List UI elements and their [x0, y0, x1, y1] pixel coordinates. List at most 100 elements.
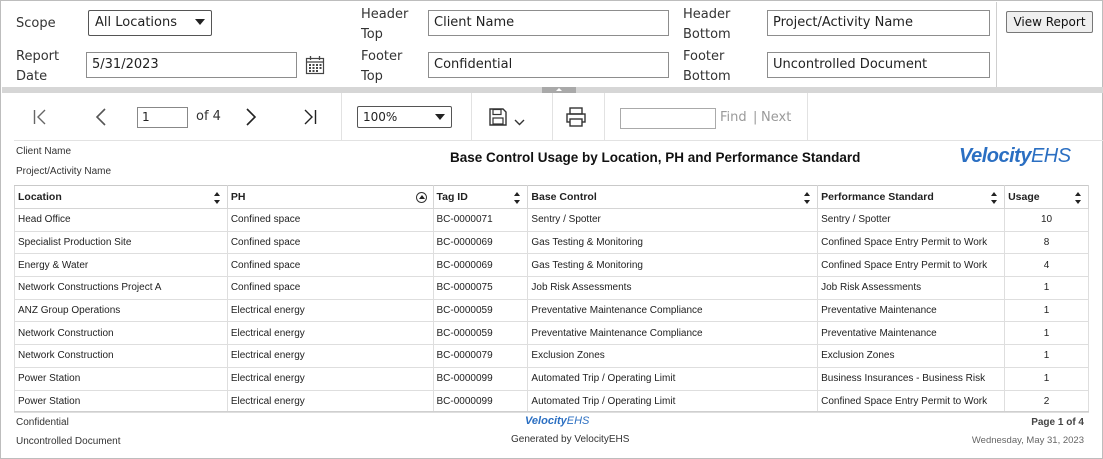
- table-row: Power Station Electrical energy BC-0000099…: [14, 366, 1089, 391]
- cell-usage: 8: [1004, 230, 1089, 255]
- report-run-date: Wednesday, May 31, 2023: [971, 435, 1084, 446]
- first-page-icon[interactable]: [32, 105, 48, 129]
- cell-base-control: Automated Trip / Operating Limit: [527, 366, 819, 391]
- table-row: Energy & Water Confined space BC-0000069 Ga…: [14, 253, 1089, 278]
- cell-base-control: Sentry / Spotter: [527, 208, 819, 232]
- cell-ph: Electrical energy: [226, 366, 434, 391]
- cell-ph: Confined space: [226, 253, 434, 278]
- cell-usage: 1: [1004, 298, 1089, 323]
- next-page-icon[interactable]: [244, 105, 258, 129]
- cell-tag-id: BC-0000059: [432, 298, 529, 323]
- cell-performance-standard: Job Risk Assessments: [817, 276, 1006, 300]
- generated-by: Generated by VelocityEHS: [511, 434, 630, 445]
- cell-ph: Electrical energy: [226, 321, 434, 346]
- find-input[interactable]: [620, 108, 716, 129]
- table-header-row: Location PH Tag ID Base Control Performa…: [14, 185, 1089, 209]
- cell-performance-standard: Confined Space Entry Permit to Work: [817, 253, 1006, 278]
- column-header-base-control[interactable]: Base Control: [527, 185, 819, 209]
- scope-value: All Locations: [95, 15, 178, 30]
- report-page-number: Page 1 of 4: [1031, 417, 1084, 428]
- cell-performance-standard: Exclusion Zones: [817, 344, 1006, 368]
- toolbar-separator: [471, 93, 472, 141]
- footer-divider: [14, 411, 1089, 412]
- chevron-down-icon: [195, 19, 205, 25]
- cell-ph: Electrical energy: [226, 298, 434, 323]
- cell-performance-standard: Confined Space Entry Permit to Work: [817, 230, 1006, 255]
- cell-location: Power Station: [14, 389, 228, 414]
- cell-location: Head Office: [14, 208, 228, 232]
- next-link[interactable]: Next: [761, 110, 791, 125]
- calendar-icon[interactable]: [305, 55, 325, 75]
- table-row: ANZ Group Operations Electrical energy BC-…: [14, 298, 1089, 323]
- header-bottom-field[interactable]: Project/Activity Name: [767, 10, 990, 36]
- cell-base-control: Job Risk Assessments: [527, 276, 819, 300]
- cell-performance-standard: Confined Space Entry Permit to Work: [817, 389, 1006, 414]
- sort-ascending-icon[interactable]: [415, 192, 427, 203]
- scope-label: Scope: [16, 16, 56, 31]
- cell-usage: 2: [1004, 389, 1089, 414]
- cell-tag-id: BC-0000071: [432, 208, 529, 232]
- footer-bottom-label: Footer Bottom: [683, 49, 731, 84]
- find-separator: |: [753, 110, 758, 125]
- scope-select[interactable]: All Locations: [88, 10, 212, 36]
- cell-tag-id: BC-0000079: [432, 344, 529, 368]
- cell-base-control: Preventative Maintenance Compliance: [527, 298, 819, 323]
- cell-tag-id: BC-0000069: [432, 253, 529, 278]
- zoom-select[interactable]: 100%: [357, 106, 452, 128]
- header-top-label: Header Top: [361, 7, 409, 42]
- view-report-button[interactable]: View Report: [1006, 11, 1093, 33]
- cell-ph: Confined space: [226, 208, 434, 232]
- report-date-label: Report Date: [16, 49, 60, 84]
- table-row: Network Construction Electrical energy BC-…: [14, 321, 1089, 346]
- sort-icon[interactable]: [213, 192, 221, 204]
- cell-tag-id: BC-0000099: [432, 366, 529, 391]
- sort-icon[interactable]: [991, 192, 998, 204]
- current-page-input[interactable]: 1: [137, 107, 188, 128]
- sort-icon[interactable]: [514, 192, 521, 204]
- table-row: Network Constructions Project A Confined …: [14, 276, 1089, 300]
- column-header-usage[interactable]: Usage: [1004, 185, 1089, 209]
- column-header-performance-standard[interactable]: Performance Standard: [817, 185, 1006, 209]
- cell-performance-standard: Business Insurances - Business Risk: [817, 366, 1006, 391]
- cell-usage: 1: [1004, 366, 1089, 391]
- last-page-icon[interactable]: [302, 105, 318, 129]
- report-table: Location PH Tag ID Base Control Performa…: [14, 185, 1089, 414]
- print-icon[interactable]: [565, 105, 587, 129]
- velocityehs-logo: VelocityEHS: [959, 145, 1071, 167]
- cell-base-control: Automated Trip / Operating Limit: [527, 389, 819, 414]
- cell-usage: 1: [1004, 321, 1089, 346]
- toolbar-separator: [604, 93, 605, 141]
- save-icon[interactable]: [488, 107, 532, 131]
- report-date-field[interactable]: 5/31/2023: [86, 52, 297, 78]
- report-toolbar: 1 of 4 100% Find | Next: [14, 93, 1103, 141]
- sort-icon[interactable]: [804, 192, 811, 204]
- find-link[interactable]: Find: [720, 110, 747, 125]
- cell-ph: Electrical energy: [226, 344, 434, 368]
- cell-performance-standard: Preventative Maintenance: [817, 298, 1006, 323]
- cell-ph: Confined space: [226, 230, 434, 255]
- cell-base-control: Preventative Maintenance Compliance: [527, 321, 819, 346]
- cell-tag-id: BC-0000069: [432, 230, 529, 255]
- footer-bottom-field[interactable]: Uncontrolled Document: [767, 52, 990, 78]
- cell-location: Network Construction: [14, 344, 228, 368]
- sort-icon[interactable]: [1075, 192, 1082, 204]
- cell-performance-standard: Sentry / Spotter: [817, 208, 1006, 232]
- cell-location: Network Construction: [14, 321, 228, 346]
- column-header-ph[interactable]: PH: [226, 185, 434, 209]
- cell-usage: 1: [1004, 344, 1089, 368]
- zoom-value: 100%: [363, 110, 398, 124]
- report-footer-bottom: Uncontrolled Document: [16, 436, 121, 447]
- velocityehs-footer-logo: VelocityEHS: [525, 415, 590, 427]
- header-top-field[interactable]: Client Name: [428, 10, 669, 36]
- column-header-tag-id[interactable]: Tag ID: [432, 185, 529, 209]
- table-row: Network Construction Electrical energy BC-…: [14, 344, 1089, 368]
- chevron-down-icon: [435, 114, 445, 120]
- column-header-location[interactable]: Location: [14, 185, 228, 209]
- cell-base-control: Gas Testing & Monitoring: [527, 253, 819, 278]
- cell-tag-id: BC-0000059: [432, 321, 529, 346]
- cell-location: Energy & Water: [14, 253, 228, 278]
- previous-page-icon[interactable]: [94, 105, 108, 129]
- parameter-divider: [996, 2, 997, 87]
- report-footer-top: Confidential: [16, 417, 69, 428]
- footer-top-field[interactable]: Confidential: [428, 52, 669, 78]
